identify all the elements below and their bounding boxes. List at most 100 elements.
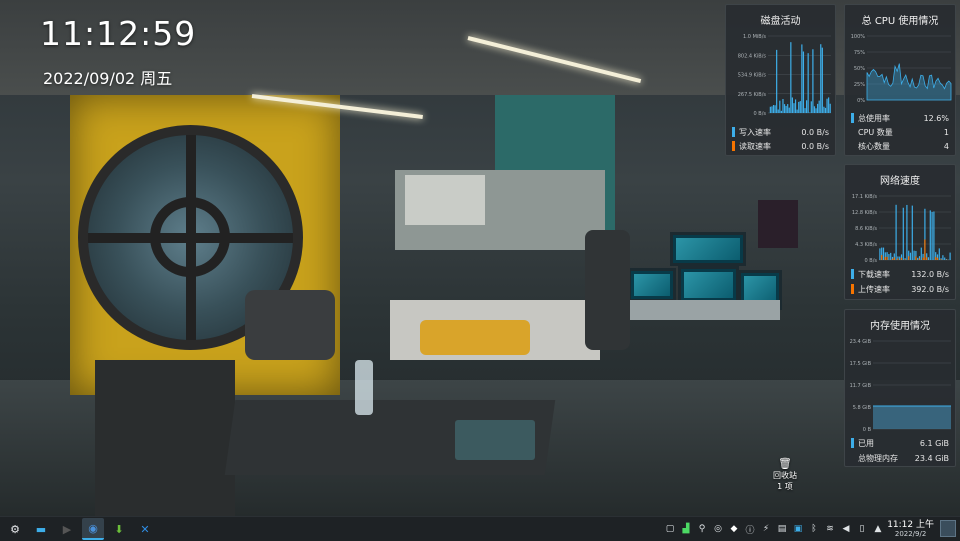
usb-icon[interactable]: ⚡ — [758, 517, 774, 541]
folder-icon: ▬ — [35, 522, 47, 536]
wifi-icon[interactable]: ≋ — [822, 517, 838, 541]
widget-title: 内存使用情况 — [870, 321, 930, 332]
wallpaper-books — [455, 420, 535, 460]
clipboard-icon[interactable]: ▤ — [774, 517, 790, 541]
system-tray: ▢ ▟ ⚲ ◎ ◆ ⓘ ⚡ ▤ ▣ ᛒ ≋ ◀ ▯ ▲ — [662, 517, 886, 541]
y-tick-label: 17.1 KiB/s — [852, 194, 878, 200]
update-icon: ⬇ — [114, 522, 124, 536]
security-icon[interactable]: ◆ — [726, 517, 742, 541]
wallpaper-lounge-chair — [245, 290, 335, 360]
widget-title: 总 CPU 使用情况 — [861, 16, 939, 27]
terminal-icon: ▶ — [62, 522, 72, 536]
legend-label: 总使用率 — [858, 113, 890, 123]
legend-row-cpu-count: CPU 数量 1 — [851, 126, 949, 138]
network-speed-graph: 17.1 KiB/s 12.8 KiB/s 8.6 KiB/s 4.3 KiB/s 0 … — [852, 194, 951, 264]
y-tick-label: 23.4 GiB — [850, 339, 872, 345]
legend-value: 1 — [943, 127, 949, 137]
download-color-swatch — [851, 269, 854, 279]
legend-label: 已用 — [858, 438, 874, 448]
legend-value: 132.0 B/s — [911, 269, 949, 279]
y-tick-label: 100% — [851, 34, 866, 40]
system-monitor-icon[interactable]: ▟ — [678, 517, 694, 541]
settings-icon[interactable]: ◎ — [710, 517, 726, 541]
legend-row-download: 下载速率 132.0 B/s — [851, 268, 949, 280]
legend-value: 12.6% — [923, 113, 949, 123]
taskbar: ⚙ ▬ ▶ ◉ ⬇ ✕ ▢ ▟ ⚲ ◎ ◆ ⓘ ⚡ ▤ ▣ ᛒ ≋ ◀ ▯ ▲ 11:12 上午 2022/9/2 — [0, 516, 960, 541]
network-manager-icon[interactable]: ⚲ — [694, 517, 710, 541]
cpu-usage-widget[interactable]: 总 CPU 使用情况 100% 75% 50% 25% 0% 总使用率 12.6% CP… — [844, 4, 956, 156]
trash-icon: 🗑 — [778, 457, 792, 470]
chromium-icon: ◉ — [88, 521, 98, 535]
desktop-clock-date: 2022/09/02 周五 — [43, 69, 173, 88]
volume-icon[interactable]: ◀ — [838, 517, 854, 541]
wallpaper-poster — [758, 200, 798, 248]
memory-usage-graph: 23.4 GiB 17.5 GiB 11.7 GiB 5.8 GiB 0 B — [850, 339, 951, 433]
taskbar-terminal-button[interactable]: ▶ — [56, 518, 78, 540]
legend-label: 下载速率 — [858, 269, 890, 279]
used-color-swatch — [851, 438, 854, 448]
memory-used-area — [873, 406, 951, 429]
dropbox-icon[interactable]: ▣ — [790, 517, 806, 541]
wallpaper-monitor — [678, 266, 739, 304]
y-tick-label: 1.0 MiB/s — [743, 34, 766, 40]
y-tick-label: 8.6 KiB/s — [855, 226, 877, 232]
taskbar-vscode-button[interactable]: ✕ — [134, 518, 156, 540]
y-tick-label: 0 B — [863, 427, 872, 433]
taskbar-file-manager-button[interactable]: ▬ — [30, 518, 52, 540]
vscode-icon: ✕ — [140, 522, 150, 536]
y-tick-label: 802.4 KiB/s — [738, 53, 767, 59]
network-speed-widget[interactable]: 网络速度 17.1 KiB/s 12.8 KiB/s 8.6 KiB/s 4.3 Ki… — [844, 164, 956, 300]
legend-value: 0.0 B/s — [801, 141, 829, 151]
y-tick-label: 5.8 GiB — [853, 405, 872, 411]
taskbar-chromium-button[interactable]: ◉ — [82, 518, 104, 540]
usage-color-swatch — [851, 113, 854, 123]
y-tick-label: 75% — [854, 50, 865, 56]
legend-row-total-usage: 总使用率 12.6% — [851, 112, 949, 124]
legend-value: 23.4 GiB — [914, 453, 949, 463]
widget-title: 磁盘活动 — [760, 16, 801, 27]
taskbar-update-manager-button[interactable]: ⬇ — [108, 518, 130, 540]
y-tick-label: 4.3 KiB/s — [855, 242, 877, 248]
legend-row-total: 总物理内存 23.4 GiB — [851, 452, 949, 464]
legend-label: CPU 数量 — [858, 127, 893, 137]
legend-label: 核心数量 — [858, 141, 890, 151]
legend-label: 总物理内存 — [858, 453, 898, 463]
y-tick-label: 17.5 GiB — [850, 361, 872, 367]
y-tick-label: 0% — [857, 98, 865, 104]
wallpaper-desk — [610, 300, 780, 320]
battery-icon[interactable]: ▯ — [854, 517, 870, 541]
taskbar-clock-date: 2022/9/2 — [894, 530, 927, 538]
legend-label: 上传速率 — [858, 284, 890, 294]
y-tick-label: 11.7 GiB — [850, 383, 872, 389]
chevron-up-icon[interactable]: ▲ — [870, 517, 886, 541]
legend-value: 6.1 GiB — [919, 438, 949, 448]
legend-row-used: 已用 6.1 GiB — [851, 437, 949, 449]
show-desktop-button[interactable] — [940, 520, 956, 537]
disk-activity-widget[interactable]: 磁盘活动 1.0 MiB/s 802.4 KiB/s 534.9 KiB/s 267.… — [725, 4, 836, 156]
bluetooth-icon[interactable]: ᛒ — [806, 517, 822, 541]
trash-desktop-item[interactable]: 🗑 回收站 1 项 — [765, 457, 805, 492]
wallpaper-bottle — [355, 360, 373, 415]
y-tick-label: 0 B/s — [865, 258, 878, 264]
wallpaper-office-chair — [585, 230, 630, 350]
wallpaper-sofa — [95, 360, 235, 516]
info-icon[interactable]: ⓘ — [742, 517, 758, 541]
trash-count: 1 项 — [777, 482, 793, 491]
window-icon[interactable]: ▢ — [662, 517, 678, 541]
wallpaper-monitor — [670, 232, 746, 266]
taskbar-app-launcher-button[interactable]: ⚙ — [4, 518, 26, 540]
legend-label: 写入速率 — [739, 127, 771, 137]
wallpaper-window-ring — [150, 197, 230, 277]
widget-title: 网络速度 — [880, 176, 920, 187]
memory-usage-widget[interactable]: 内存使用情况 23.4 GiB 17.5 GiB 11.7 GiB 5.8 GiB 0 … — [844, 309, 956, 467]
taskbar-clock[interactable]: 11:12 上午 2022/9/2 — [887, 520, 934, 539]
legend-value: 392.0 B/s — [911, 284, 949, 294]
task-manager: ⚙ ▬ ▶ ◉ ⬇ ✕ — [2, 518, 158, 540]
disk-activity-graph: 1.0 MiB/s 802.4 KiB/s 534.9 KiB/s 267.5 KiB… — [738, 34, 831, 117]
upload-color-swatch — [851, 284, 854, 294]
taskbar-clock-time: 11:12 上午 — [887, 520, 934, 530]
write-color-swatch — [732, 127, 735, 137]
